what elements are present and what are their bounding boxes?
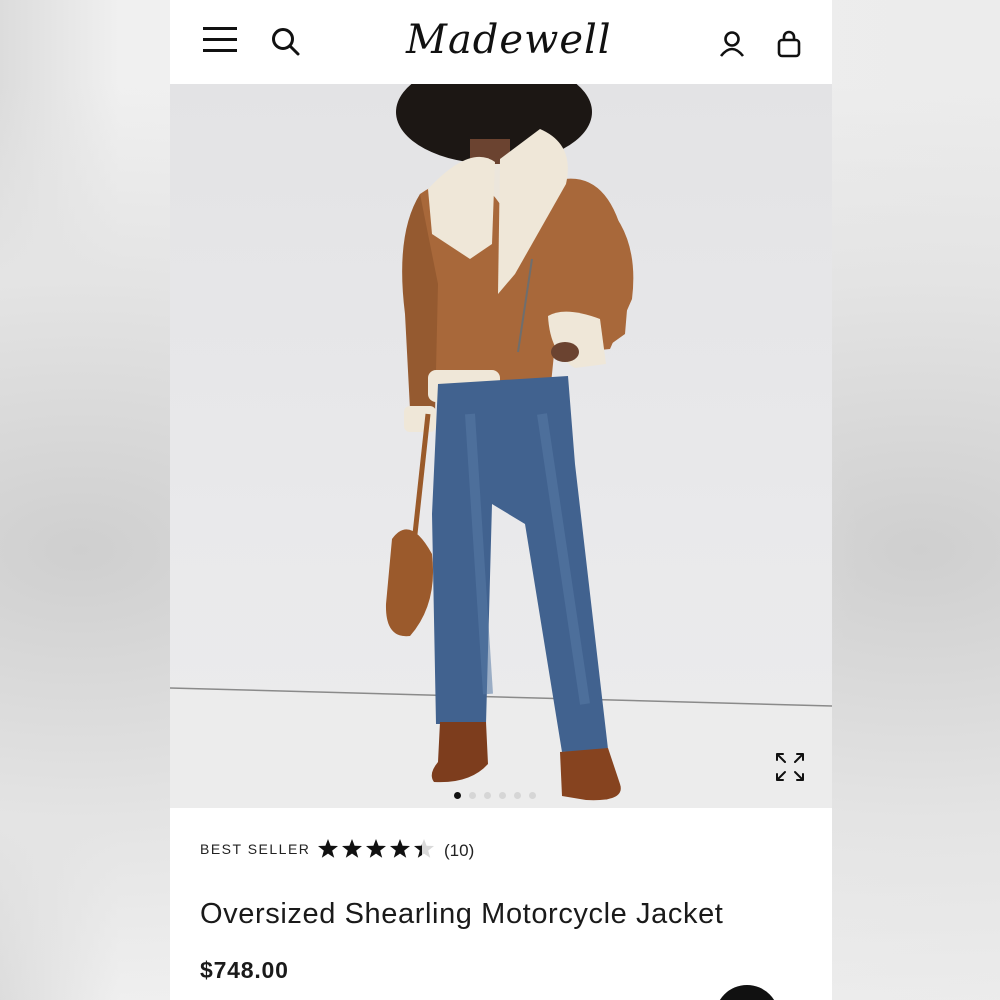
star-icon — [366, 839, 386, 858]
carousel-dot[interactable] — [499, 792, 506, 799]
star-icon — [390, 839, 410, 858]
star-icon — [342, 839, 362, 858]
product-photo — [170, 84, 832, 808]
carousel-dot[interactable] — [514, 792, 521, 799]
rating-stars[interactable] — [317, 838, 435, 860]
bag-icon[interactable] — [776, 30, 802, 58]
product-image-carousel[interactable] — [170, 84, 832, 808]
product-info: BEST SELLER (10) Oversized Shearling Mot… — [170, 808, 832, 1000]
best-seller-badge: BEST SELLER — [200, 841, 311, 857]
product-price: $748.00 — [200, 957, 289, 983]
star-icon — [318, 839, 338, 858]
mobile-page: Madewell BEST SELLER (10) Oversized Shea… — [170, 0, 832, 1000]
carousel-dot[interactable] — [469, 792, 476, 799]
menu-icon[interactable] — [203, 26, 237, 54]
half-star-icon — [414, 839, 434, 858]
review-count[interactable]: (10) — [444, 841, 474, 861]
product-title: Oversized Shearling Motorcycle Jacket — [200, 898, 724, 930]
carousel-dot[interactable] — [454, 792, 461, 799]
carousel-dot[interactable] — [484, 792, 491, 799]
brand-logo[interactable]: Madewell — [406, 10, 611, 70]
carousel-dots — [454, 792, 554, 800]
carousel-dot[interactable] — [529, 792, 536, 799]
site-header: Madewell — [170, 0, 832, 84]
expand-icon[interactable] — [774, 751, 806, 783]
search-icon[interactable] — [270, 26, 300, 56]
account-icon[interactable] — [719, 30, 745, 58]
